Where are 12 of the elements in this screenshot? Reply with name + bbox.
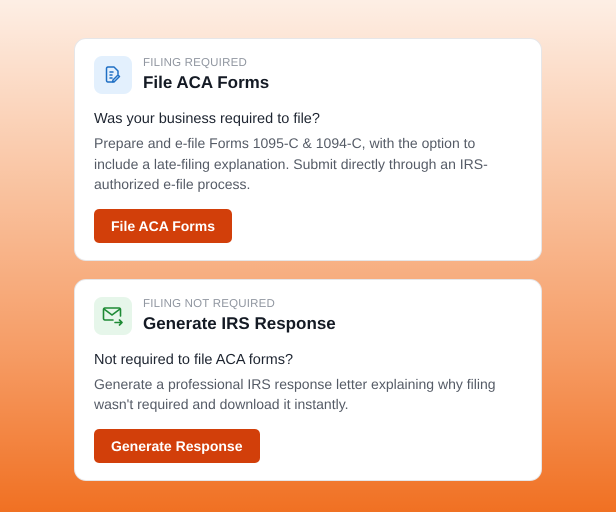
action-button[interactable]: Generate Response	[94, 428, 260, 462]
card-title: Generate IRS Response	[143, 314, 336, 334]
envelope-arrow-icon	[102, 306, 124, 326]
card-description: Prepare and e-file Forms 1095-C & 1094-C, with the option to include a late-filing explanation. Submit directly through an IRS-authorized e-file process.	[94, 134, 489, 194]
document-pencil-icon	[103, 65, 123, 85]
card-eyebrow: FILING REQUIRED	[143, 57, 248, 69]
card-eyebrow: FILING NOT REQUIRED	[143, 298, 276, 310]
card-question: Was your business required to file?	[94, 111, 321, 127]
card-title: File ACA Forms	[143, 73, 270, 93]
card-description: Generate a professional IRS response letter explaining why filing wasn't required and download it instantly.	[94, 374, 497, 414]
action-button[interactable]: File ACA Forms	[94, 208, 232, 242]
card-question: Not required to file ACA forms?	[94, 352, 294, 368]
